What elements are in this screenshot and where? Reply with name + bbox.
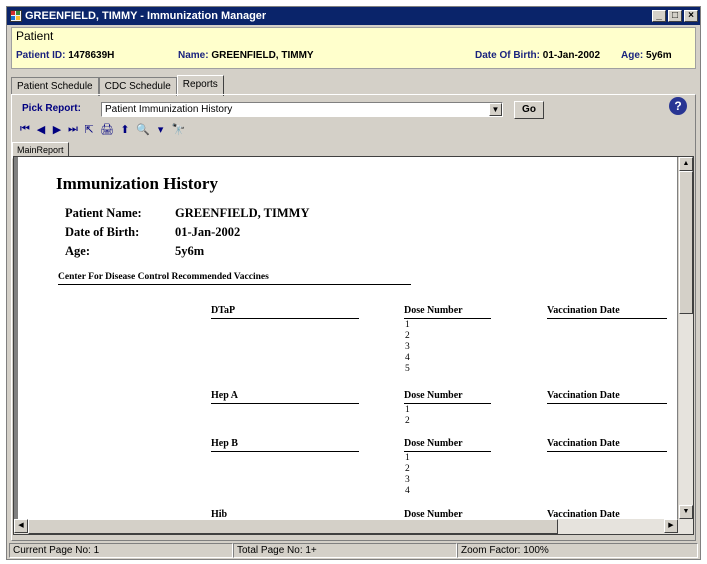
dose-number: 3 bbox=[405, 342, 410, 352]
dose-number: 4 bbox=[405, 486, 410, 496]
dose-number: 4 bbox=[405, 353, 410, 363]
pick-report-label: Pick Report: bbox=[22, 103, 81, 114]
vaccine-name: Hep A bbox=[211, 390, 359, 404]
report-select[interactable]: Patient Immunization History ▼ bbox=[101, 102, 503, 117]
dose-number-header: Dose Number bbox=[404, 438, 491, 452]
status-current-page: Current Page No: 1 bbox=[9, 543, 233, 558]
app-window: GREENFIELD, TIMMY - Immunization Manager… bbox=[6, 6, 701, 560]
section-heading: Center For Disease Control Recommended V… bbox=[58, 272, 411, 285]
report-dob-label: Date of Birth: bbox=[65, 225, 140, 239]
patient-dob: Date Of Birth: 01-Jan-2002 bbox=[475, 50, 600, 61]
vaccine-name: Hep B bbox=[211, 438, 359, 452]
patient-name: Name: GREENFIELD, TIMMY bbox=[178, 50, 314, 61]
chevron-down-icon[interactable]: ▼ bbox=[489, 103, 502, 116]
dose-number: 2 bbox=[405, 416, 410, 426]
report-select-value: Patient Immunization History bbox=[105, 104, 233, 115]
patient-id: Patient ID: 1478639H bbox=[16, 50, 114, 61]
vaccination-date-header: Vaccination Date bbox=[547, 305, 667, 319]
report-toolbar: ⏮ ◀ ▶ ⏭ ⇱ 🖨 ⬆ 🔍 ▾ 🔭 bbox=[20, 123, 185, 136]
vaccination-date-header: Vaccination Date bbox=[547, 390, 667, 404]
minimize-button[interactable]: _ bbox=[652, 10, 666, 22]
report-age-value: 5y6m bbox=[175, 244, 205, 258]
vaccine-name: DTaP bbox=[211, 305, 359, 319]
zoom-dropdown-icon[interactable]: ▾ bbox=[156, 123, 166, 136]
dose-number-header: Dose Number bbox=[404, 305, 491, 319]
patient-panel: Patient Patient ID: 1478639H Name: GREEN… bbox=[11, 27, 696, 69]
dose-list: 1 2 bbox=[405, 405, 410, 427]
print-icon[interactable]: 🖨 bbox=[100, 123, 114, 136]
reports-panel: Pick Report: Patient Immunization Histor… bbox=[11, 94, 696, 541]
report-dob-value: 01-Jan-2002 bbox=[175, 225, 241, 239]
patient-dob-label: Date Of Birth: bbox=[475, 50, 540, 61]
main-tabs: Patient Schedule CDC Schedule Reports bbox=[11, 75, 224, 96]
vertical-scrollbar[interactable]: ▲ ▼ bbox=[678, 157, 693, 519]
horizontal-scroll-thumb[interactable] bbox=[28, 519, 558, 534]
next-page-icon[interactable]: ▶ bbox=[52, 123, 62, 136]
status-bar: Current Page No: 1 Total Page No: 1+ Zoo… bbox=[9, 543, 698, 558]
report-patient-name-value: GREENFIELD, TIMMY bbox=[175, 206, 310, 220]
previous-page-icon[interactable]: ◀ bbox=[36, 123, 46, 136]
dose-number: 3 bbox=[405, 475, 410, 485]
dose-number: 5 bbox=[405, 364, 410, 374]
report-viewer[interactable]: Immunization History Patient Name: GREEN… bbox=[13, 156, 694, 535]
horizontal-scrollbar[interactable]: ◀ ▶ bbox=[14, 519, 693, 534]
title-bar: GREENFIELD, TIMMY - Immunization Manager… bbox=[7, 7, 700, 25]
report-page: Immunization History Patient Name: GREEN… bbox=[18, 157, 677, 534]
dose-number: 1 bbox=[405, 405, 410, 415]
close-button[interactable]: × bbox=[684, 10, 698, 22]
patient-age: Age: 5y6m bbox=[621, 50, 672, 61]
help-icon[interactable]: ? bbox=[669, 97, 687, 115]
dose-number: 1 bbox=[405, 320, 410, 330]
report-title: Immunization History bbox=[56, 174, 218, 193]
dose-list: 1 2 3 4 bbox=[405, 453, 410, 497]
upload-icon[interactable]: ⬆ bbox=[120, 123, 130, 136]
dose-number: 2 bbox=[405, 331, 410, 341]
dose-list: 1 2 3 4 5 bbox=[405, 320, 410, 375]
patient-age-value: 5y6m bbox=[646, 50, 672, 61]
patient-name-value: GREENFIELD, TIMMY bbox=[211, 50, 314, 61]
status-total-page: Total Page No: 1+ bbox=[233, 543, 457, 558]
last-page-icon[interactable]: ⏭ bbox=[68, 123, 78, 136]
vaccination-date-header: Vaccination Date bbox=[547, 438, 667, 452]
patient-name-label: Name: bbox=[178, 50, 209, 61]
scroll-left-icon[interactable]: ◀ bbox=[14, 519, 28, 533]
patient-id-value: 1478639H bbox=[68, 50, 115, 61]
find-icon[interactable]: 🔭 bbox=[172, 123, 186, 136]
patient-age-label: Age: bbox=[621, 50, 644, 61]
patient-header: Patient bbox=[16, 29, 54, 43]
status-zoom: Zoom Factor: 100% bbox=[457, 543, 698, 558]
app-icon bbox=[10, 10, 22, 22]
patient-id-label: Patient ID: bbox=[16, 50, 66, 61]
window-title: GREENFIELD, TIMMY - Immunization Manager bbox=[25, 10, 267, 22]
first-page-icon[interactable]: ⏮ bbox=[20, 123, 30, 136]
zoom-icon[interactable]: 🔍 bbox=[136, 123, 150, 136]
report-patient-name-label: Patient Name: bbox=[65, 206, 142, 220]
dose-number: 2 bbox=[405, 464, 410, 474]
scroll-down-icon[interactable]: ▼ bbox=[679, 505, 693, 519]
vertical-scroll-thumb[interactable] bbox=[679, 171, 693, 314]
export-icon[interactable]: ⇱ bbox=[84, 123, 94, 136]
dose-number: 1 bbox=[405, 453, 410, 463]
report-age-label: Age: bbox=[65, 244, 90, 258]
patient-dob-value: 01-Jan-2002 bbox=[542, 50, 601, 61]
dose-number-header: Dose Number bbox=[404, 390, 491, 404]
maximize-button[interactable]: □ bbox=[668, 10, 682, 22]
go-button[interactable]: Go bbox=[514, 101, 544, 119]
scroll-up-icon[interactable]: ▲ bbox=[679, 157, 693, 171]
tab-reports[interactable]: Reports bbox=[176, 75, 224, 96]
scroll-right-icon[interactable]: ▶ bbox=[664, 519, 678, 533]
